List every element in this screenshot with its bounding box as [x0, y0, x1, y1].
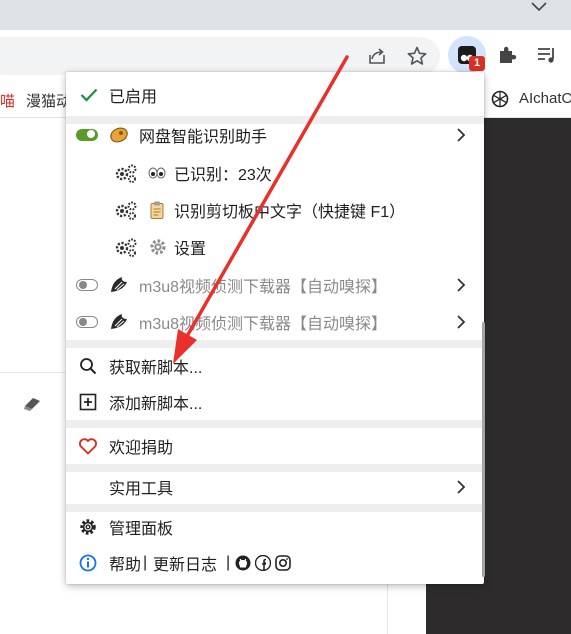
separator-bar: | [143, 554, 148, 571]
extension-puzzle-icon[interactable] [496, 44, 518, 66]
add-new-script-item[interactable]: 添加新脚本... [66, 384, 484, 420]
eraser-icon[interactable] [22, 394, 44, 412]
menu-scrollbar[interactable] [482, 322, 485, 577]
script-item-m3u8[interactable]: m3u8视频侦测下载器【自动嗅探】 [66, 266, 484, 303]
script-name: m3u8视频侦测下载器【自动嗅探】 [139, 315, 388, 333]
chevron-right-icon [457, 277, 466, 292]
chevron-right-icon [457, 480, 466, 494]
check-icon [80, 88, 98, 102]
share-icon[interactable] [366, 45, 388, 67]
netdisk-script-icon [110, 127, 128, 143]
gear-icon [150, 239, 166, 255]
script-name: 网盘智能识别助手 [139, 129, 268, 146]
help-row: 帮助 | 更新日志 | [66, 548, 484, 578]
search-icon [80, 358, 97, 375]
extension-badge: 1 [469, 56, 485, 71]
bookmark-item[interactable]: 喵 [0, 90, 15, 111]
tampermonkey-popup-menu: 已启用 网盘智能识别助手 已识别：23次 识别剪切板中文字（快捷键 F1） 设置… [66, 72, 484, 584]
bookmark-item[interactable]: 漫猫动 [26, 90, 71, 111]
gears-icon [115, 164, 137, 183]
menu-separator [66, 504, 484, 512]
script-menu-command[interactable]: 识别剪切板中文字（快捷键 F1） [66, 191, 484, 228]
help-link[interactable]: 帮助 [109, 551, 141, 575]
separator-bar: | [226, 554, 231, 571]
add-new-script-label: 添加新脚本... [109, 396, 203, 413]
gears-icon [115, 238, 137, 257]
tab-search-chevron-icon[interactable] [529, 0, 549, 14]
info-icon [79, 554, 97, 572]
donate-item[interactable]: 欢迎捐助 [66, 428, 484, 464]
m3u8-script-icon [111, 276, 127, 292]
script-item-m3u8[interactable]: m3u8视频侦测下载器【自动嗅探】 [66, 303, 484, 340]
instagram-icon[interactable] [275, 555, 291, 571]
facebook-icon[interactable] [255, 555, 271, 571]
openai-icon [491, 90, 509, 108]
menu-separator [66, 340, 484, 348]
donate-label: 欢迎捐助 [109, 440, 174, 457]
script-menu-command[interactable]: 已识别：23次 [66, 154, 484, 191]
star-icon[interactable] [406, 45, 428, 67]
dashboard-item[interactable]: 管理面板 [66, 512, 484, 542]
dashboard-label: 管理面板 [109, 521, 174, 538]
changelog-link[interactable]: 更新日志 [153, 551, 217, 575]
command-label: 识别剪切板中文字（快捷键 F1） [174, 203, 406, 221]
script-menu-command[interactable]: 设置 [66, 228, 484, 266]
script-name: m3u8视频侦测下载器【自动嗅探】 [139, 278, 388, 296]
menu-separator [66, 464, 484, 472]
command-label: 已识别：23次 [174, 166, 272, 184]
enabled-toggle-row[interactable]: 已启用 [66, 74, 484, 116]
command-label: 设置 [174, 241, 207, 258]
bookmark-item[interactable]: AIchatO [519, 90, 571, 107]
gears-icon [115, 201, 137, 220]
github-icon[interactable] [235, 555, 251, 571]
script-toggle-off[interactable] [76, 315, 98, 328]
plus-box-icon [79, 393, 97, 411]
eyes-icon [148, 167, 166, 178]
utilities-item[interactable]: 实用工具 [66, 472, 484, 502]
get-new-script-label: 获取新脚本... [109, 360, 203, 377]
m3u8-script-icon [111, 313, 127, 329]
chevron-right-icon [457, 128, 466, 142]
reading-list-icon[interactable] [536, 44, 558, 66]
get-new-script-item[interactable]: 获取新脚本... [66, 348, 484, 384]
heart-icon [79, 438, 97, 455]
tab-strip [0, 0, 571, 30]
script-item-netdisk[interactable]: 网盘智能识别助手 [66, 116, 484, 154]
menu-separator [66, 420, 484, 428]
enabled-label: 已启用 [109, 89, 158, 106]
gear-icon [80, 519, 96, 535]
utilities-label: 实用工具 [109, 481, 174, 498]
chevron-right-icon [457, 314, 466, 329]
script-toggle-on[interactable] [76, 129, 98, 141]
script-toggle-off[interactable] [76, 278, 98, 291]
clipboard-icon [150, 201, 164, 219]
